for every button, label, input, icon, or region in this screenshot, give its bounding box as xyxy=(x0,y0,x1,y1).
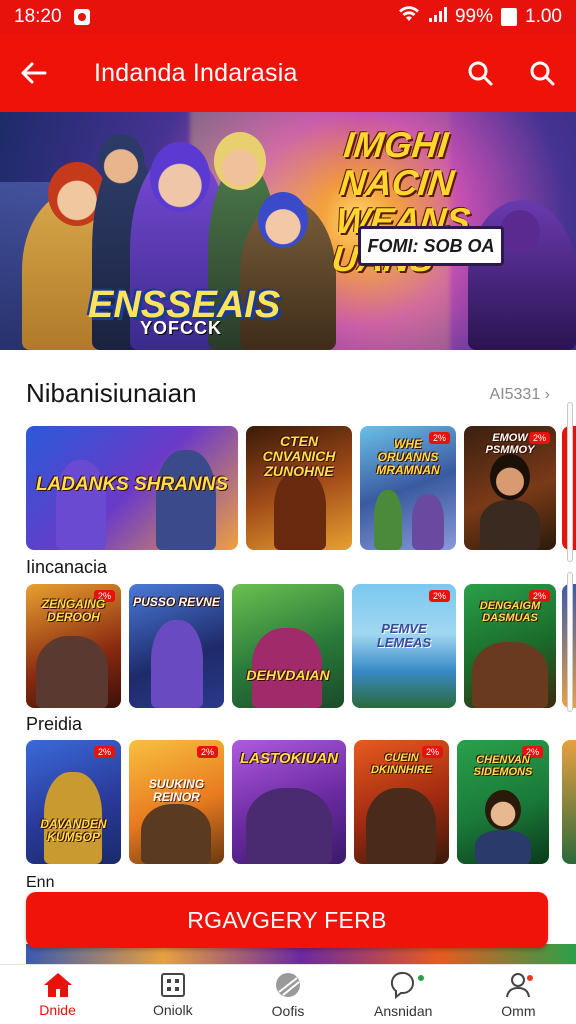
nav-label: Ansnidan xyxy=(374,1003,433,1019)
section-title: Nibanisiunaian xyxy=(26,378,197,408)
nav-item-grid[interactable]: Oniolk xyxy=(115,965,230,1024)
game-title: CHENVAN SIDEMONS xyxy=(473,754,533,778)
game-title: PUSSO REVNE xyxy=(133,595,220,609)
row-label: Preidia xyxy=(26,714,83,734)
app-bar: Indanda Indarasia xyxy=(0,34,576,112)
notification-icon xyxy=(73,9,90,25)
banner-tag: FOMI: SOB OA xyxy=(358,226,504,266)
game-card[interactable]: LADANKS SHRANNS xyxy=(26,426,238,550)
banner-hero-armor-head xyxy=(258,192,308,248)
game-title: PEMVE LEMEAS xyxy=(376,621,432,650)
banner-hero-suit-head xyxy=(98,134,144,186)
game-title: CUEIN DKINNHIRE xyxy=(370,752,433,776)
game-card[interactable]: 2% DAVANDEN KUMSOP xyxy=(26,740,121,864)
nav-item-profile[interactable]: Omm xyxy=(461,965,576,1024)
bottom-nav: Dnide Oniolk Oofis Ansnidan Omm xyxy=(0,964,576,1024)
nav-item-chat[interactable]: Ansnidan xyxy=(346,965,461,1024)
game-card[interactable]: 2% ZENGAING DEROOH xyxy=(26,584,121,708)
game-card[interactable]: CTEN CNVANICH ZUNOHNE xyxy=(246,426,352,550)
row-label: Enn xyxy=(26,874,55,891)
nav-item-home[interactable]: Dnide xyxy=(0,965,115,1024)
game-card[interactable]: 2% DENGAIGM DASMUAS xyxy=(464,584,556,708)
banner-hero-blond-head xyxy=(214,132,266,190)
game-card[interactable]: 2% CUEIN DKINNHIRE xyxy=(354,740,449,864)
nav-item-ball[interactable]: Oofis xyxy=(230,965,345,1024)
status-time: 18:20 xyxy=(14,6,62,27)
profile-notification-dot xyxy=(524,973,535,983)
arrow-left-icon xyxy=(21,62,47,84)
section-more-link[interactable]: AI5331 › xyxy=(490,386,550,404)
nav-label: Dnide xyxy=(39,1002,76,1018)
row-1-scrollbar[interactable] xyxy=(567,402,573,562)
game-title: EMOW PSMMOY xyxy=(485,432,535,456)
row-2-scrollbar[interactable] xyxy=(567,572,573,712)
game-title: DENGAIGM DASMUAS xyxy=(479,600,541,624)
row-label: Iincanacia xyxy=(26,557,108,577)
search-button-secondary[interactable] xyxy=(522,53,562,93)
search-icon xyxy=(468,61,493,86)
game-row-3: 2% DAVANDEN KUMSOP 2% SUUKING REINOR LAS… xyxy=(26,740,549,864)
page-title: Indanda Indarasia xyxy=(94,58,298,87)
back-button[interactable] xyxy=(14,53,54,93)
game-title: LASTOKIUAN xyxy=(239,750,339,767)
home-icon xyxy=(43,973,72,997)
game-title: DAVANDEN KUMSOP xyxy=(40,817,107,844)
game-card[interactable]: 2% SUUKING REINOR xyxy=(129,740,224,864)
game-badge: 2% xyxy=(93,746,115,758)
status-extra: 1.00 xyxy=(525,6,562,27)
grid-icon xyxy=(160,973,185,997)
search-icon xyxy=(530,61,555,86)
game-title: WHE ORUANNS MRAMNAN xyxy=(376,437,440,477)
game-title: CTEN CNVANICH ZUNOHNE xyxy=(262,433,336,479)
primary-cta-button[interactable]: RGAVGERY FERB xyxy=(26,892,548,948)
nav-label: Oofis xyxy=(271,1003,305,1019)
battery-percent: 99% xyxy=(454,6,494,27)
chat-icon xyxy=(391,971,415,1000)
game-title: SUUKING REINOR xyxy=(148,777,205,804)
chat-notification-dot xyxy=(415,973,426,983)
wifi-icon xyxy=(398,6,419,28)
game-card[interactable]: 2% WHE ORUANNS MRAMNAN xyxy=(360,426,456,550)
battery-icon xyxy=(501,8,518,26)
game-row-2: 2% ZENGAING DEROOH PUSSO REVNE DEHVDAIAN… xyxy=(26,584,556,708)
hero-banner[interactable]: IMGHI NACIN WEANS UANS FOMI: SOB OA ENSS… xyxy=(0,112,576,350)
game-card[interactable]: 2% PEMVE LEMEAS xyxy=(352,584,456,708)
nav-label: Omm xyxy=(501,1003,536,1019)
ball-icon xyxy=(276,973,300,997)
banner-logo-sub: YOFCCK xyxy=(140,318,222,338)
game-card[interactable]: PUSSO REVNE xyxy=(129,584,224,708)
banner-hero-purple-head xyxy=(150,142,210,212)
game-card[interactable]: 2% EMOW PSMMOY xyxy=(464,426,556,550)
game-title: DEHVDAIAN xyxy=(246,667,330,683)
game-title: LADANKS SHRANNS xyxy=(35,474,229,495)
game-card[interactable]: DEHVDAIAN xyxy=(232,584,344,708)
game-badge: 2% xyxy=(196,746,218,758)
signal-icon xyxy=(427,6,447,28)
game-badge: 2% xyxy=(428,590,450,602)
game-title: ZENGAING DEROOH xyxy=(41,597,106,624)
nav-label: Oniolk xyxy=(152,1002,193,1018)
status-bar: 18:20 99% 1.00 xyxy=(0,0,576,34)
game-card[interactable]: 2% CHENVAN SIDEMONS xyxy=(457,740,549,864)
game-row-1: LADANKS SHRANNS CTEN CNVANICH ZUNOHNE 2%… xyxy=(26,426,556,550)
search-button[interactable] xyxy=(460,53,500,93)
game-card[interactable]: LASTOKIUAN xyxy=(232,740,346,864)
row-3-overflow-card xyxy=(562,740,576,864)
